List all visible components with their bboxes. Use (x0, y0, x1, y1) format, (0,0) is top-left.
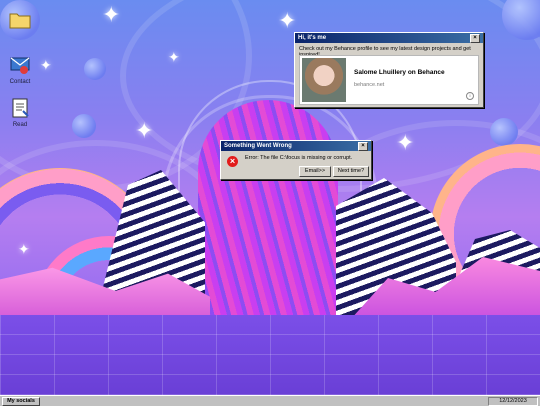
sparkle-icon: ✦ (278, 8, 297, 33)
error-titlebar: Something Went Wrong × (221, 141, 371, 151)
error-message: Error: The file C:\focus is missing or c… (245, 155, 353, 161)
taskbar: My socials 12/12/2023 (0, 395, 540, 406)
desktop-wallpaper: ✦ ✦ ✦ ✦ ✦ ✦ ✦ ✦ Contact Read (0, 0, 540, 395)
wallpaper-bubble (72, 114, 96, 138)
close-icon[interactable]: × (470, 33, 480, 43)
next-time-button[interactable]: Next time? (333, 166, 369, 177)
behance-popup-window: Hi, it's me × Check out my Behance profi… (294, 32, 484, 108)
folder-icon (9, 10, 31, 32)
contact-icon (9, 54, 31, 76)
card-title: Salome Lhuillery on Behance (354, 69, 445, 76)
sparkle-icon: ✦ (396, 130, 415, 155)
info-icon[interactable]: i (466, 92, 474, 100)
sparkle-icon: ✦ (168, 49, 180, 65)
desktop-icon-contact[interactable]: Contact (0, 54, 40, 85)
close-icon[interactable]: × (358, 141, 368, 151)
desktop-icon-label: Read (12, 122, 28, 128)
error-dialog-window: Something Went Wrong × × Error: The file… (220, 140, 372, 180)
wallpaper-bubble (490, 118, 518, 146)
sparkle-icon: ✦ (135, 118, 154, 143)
grid-floor (0, 315, 540, 395)
email-button[interactable]: Email>> (299, 166, 331, 177)
popup-title: Hi, it's me (298, 35, 327, 41)
read-icon (9, 97, 31, 119)
sparkle-icon: ✦ (102, 2, 121, 27)
error-title: Something Went Wrong (224, 143, 292, 149)
behance-link-card[interactable]: Salome Lhuillery on Behance behance.net … (299, 55, 479, 105)
popup-titlebar: Hi, it's me × (295, 33, 483, 43)
desktop-icon-folder[interactable] (0, 10, 40, 35)
error-icon: × (227, 156, 238, 167)
profile-photo (302, 58, 346, 102)
card-url: behance.net (354, 82, 385, 88)
swirl-arch (198, 100, 338, 315)
desktop-icon-label: Contact (9, 79, 31, 85)
desktop-icon-read[interactable]: Read (0, 97, 40, 128)
sparkle-icon: ✦ (40, 57, 52, 73)
wallpaper-bubble (84, 58, 106, 80)
